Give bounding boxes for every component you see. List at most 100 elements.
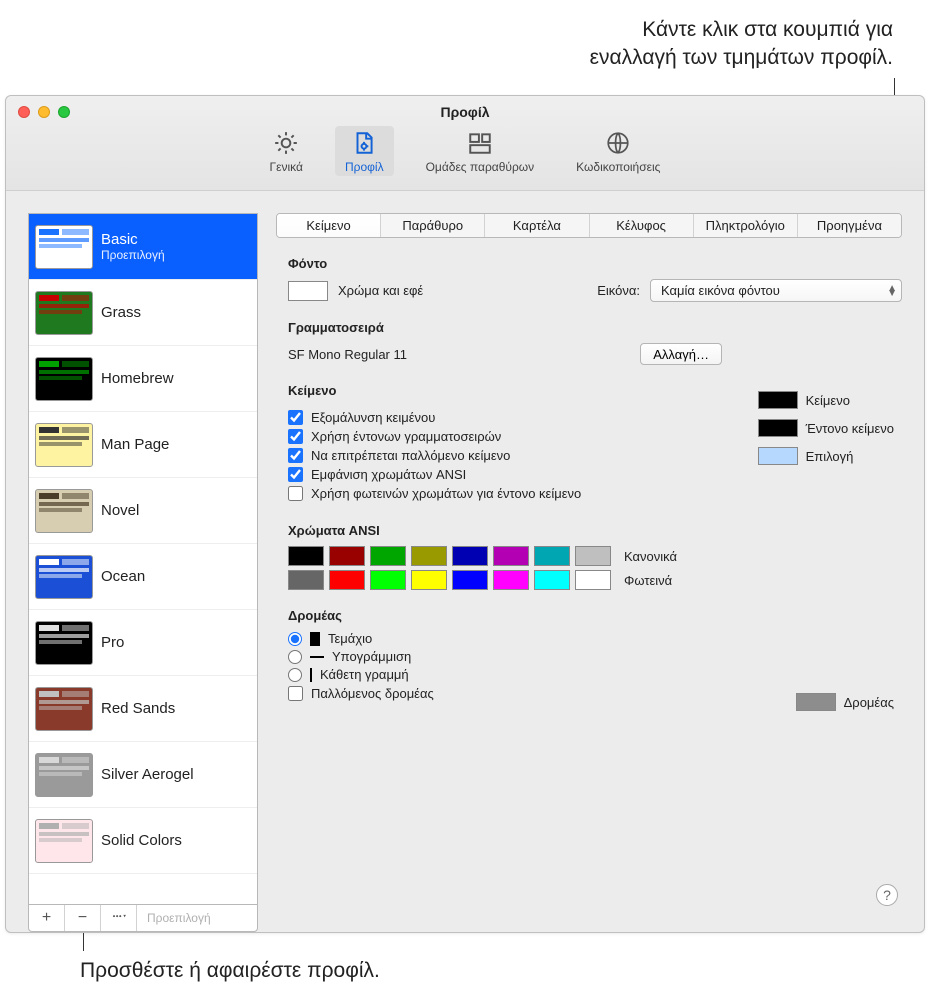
profile-name: Silver Aerogel [101,766,194,783]
profile-row[interactable]: Man Page [29,412,257,478]
profile-row[interactable]: Red Sands [29,676,257,742]
toolbar-label: Ομάδες παραθύρων [426,160,535,174]
profile-name: Red Sands [101,700,175,717]
text-option-label: Εξομάλυνση κειμένου [311,410,435,425]
background-color-swatch[interactable] [288,281,328,301]
remove-profile-button[interactable]: − [65,905,101,931]
text-option-checkbox[interactable] [288,410,303,425]
ansi-color-swatch[interactable] [288,546,324,566]
ansi-row-label: Κανονικά [624,549,677,564]
cursor-shape-label: Κάθετη γραμμή [320,667,409,682]
tab-κείμενο[interactable]: Κείμενο [277,214,381,237]
profile-actions-menu[interactable] [101,905,137,931]
background-image-popup[interactable]: Καμία εικόνα φόντου ▲▼ [650,279,902,302]
profile-row[interactable]: Pro [29,610,257,676]
toolbar-label: Γενικά [270,160,303,174]
ansi-color-swatch[interactable] [493,546,529,566]
toolbar-label: Κωδικοποιήσεις [576,160,660,174]
cursor-color-swatch[interactable] [796,693,836,711]
profile-row[interactable]: Solid Colors [29,808,257,874]
text-color-label: Κείμενο [806,393,850,408]
text-option-checkbox[interactable] [288,467,303,482]
profile-row[interactable]: Ocean [29,544,257,610]
profile-name: Basic [101,231,165,248]
profile-thumbnail [35,753,93,797]
background-image-value: Καμία εικόνα φόντου [661,283,780,298]
cursor-color-label: Δρομέας [844,695,894,710]
profile-name: Novel [101,502,139,519]
font-current: SF Mono Regular 11 [288,347,407,362]
profile-row[interactable]: Silver Aerogel [29,742,257,808]
profiles-list[interactable]: Basic Προεπιλογή Grass Homebrew [28,213,258,904]
tab-προηγμένα[interactable]: Προηγμένα [798,214,901,237]
ansi-color-swatch[interactable] [575,570,611,590]
cursor-shape-radio[interactable] [288,632,302,646]
ansi-color-swatch[interactable] [411,570,447,590]
add-profile-button[interactable]: + [29,905,65,931]
profile-row[interactable]: Novel [29,478,257,544]
text-option-checkbox[interactable] [288,448,303,463]
text-option-label: Να επιτρέπεται παλλόμενο κείμενο [311,448,510,463]
toolbar-item-προφίλ[interactable]: Προφίλ [335,126,394,176]
ansi-color-swatch[interactable] [493,570,529,590]
ansi-color-swatch[interactable] [329,570,365,590]
ansi-color-swatch[interactable] [411,546,447,566]
ansi-color-swatch[interactable] [452,570,488,590]
prefs-window: Προφίλ ΓενικάΠροφίλΟμάδες παραθύρωνΚωδικ… [5,95,925,933]
profile-thumbnail [35,555,93,599]
close-icon[interactable] [18,106,30,118]
text-color-swatch[interactable] [758,419,798,437]
section-font: Γραμματοσειρά [288,320,902,335]
text-option-checkbox[interactable] [288,486,303,501]
profile-thumbnail [35,423,93,467]
ansi-color-swatch[interactable] [288,570,324,590]
text-color-swatch[interactable] [758,447,798,465]
background-image-label: Εικόνα: [597,283,640,298]
callout-bottom: Προσθέστε ή αφαιρέστε προφίλ. [80,959,380,983]
ansi-color-swatch[interactable] [370,570,406,590]
profile-thumbnail [35,357,93,401]
ansi-color-swatch[interactable] [329,546,365,566]
text-option-label: Εμφάνιση χρωμάτων ANSI [311,467,466,482]
change-font-button[interactable]: Αλλαγή… [640,343,722,365]
toolbar-label: Προφίλ [345,160,384,174]
profile-default-label: Προεπιλογή [101,248,165,262]
set-default-button[interactable]: Προεπιλογή [137,905,221,931]
profile-row[interactable]: Homebrew [29,346,257,412]
tab-παράθυρο[interactable]: Παράθυρο [381,214,485,237]
ansi-color-swatch[interactable] [534,546,570,566]
profile-thumbnail [35,291,93,335]
cursor-shape-radio[interactable] [288,668,302,682]
profile-thumbnail [35,687,93,731]
ansi-color-swatch[interactable] [534,570,570,590]
minimize-icon[interactable] [38,106,50,118]
toolbar-item-κωδικοποιήσεις[interactable]: Κωδικοποιήσεις [566,126,670,176]
profile-name: Grass [101,304,141,321]
profile-tabs: ΚείμενοΠαράθυροΚαρτέλαΚέλυφοςΠληκτρολόγι… [276,213,902,238]
ansi-color-swatch[interactable] [370,546,406,566]
zoom-icon[interactable] [58,106,70,118]
help-button[interactable]: ? [876,884,898,906]
ansi-color-swatch[interactable] [575,546,611,566]
text-color-swatch[interactable] [758,391,798,409]
section-cursor: Δρομέας [288,608,902,623]
profile-name: Solid Colors [101,832,182,849]
toolbar-item-ομάδες παραθύρων[interactable]: Ομάδες παραθύρων [416,126,545,176]
toolbar-item-γενικά[interactable]: Γενικά [260,126,313,176]
profile-thumbnail [35,489,93,533]
profile-thumbnail [35,621,93,665]
cursor-blink-checkbox[interactable] [288,686,303,701]
text-option-checkbox[interactable] [288,429,303,444]
cursor-shape-radio[interactable] [288,650,302,664]
tab-κέλυφος[interactable]: Κέλυφος [590,214,694,237]
tab-πληκτρολόγιο[interactable]: Πληκτρολόγιο [694,214,798,237]
profile-name: Homebrew [101,370,174,387]
background-color-label: Χρώμα και εφέ [338,283,423,298]
profile-row[interactable]: Grass [29,280,257,346]
tab-καρτέλα[interactable]: Καρτέλα [485,214,589,237]
text-option-label: Χρήση φωτεινών χρωμάτων για έντονο κείμε… [311,486,581,501]
titlebar: Προφίλ ΓενικάΠροφίλΟμάδες παραθύρωνΚωδικ… [6,96,924,191]
ansi-color-swatch[interactable] [452,546,488,566]
profile-row[interactable]: Basic Προεπιλογή [29,214,257,280]
text-color-label: Επιλογή [806,449,854,464]
